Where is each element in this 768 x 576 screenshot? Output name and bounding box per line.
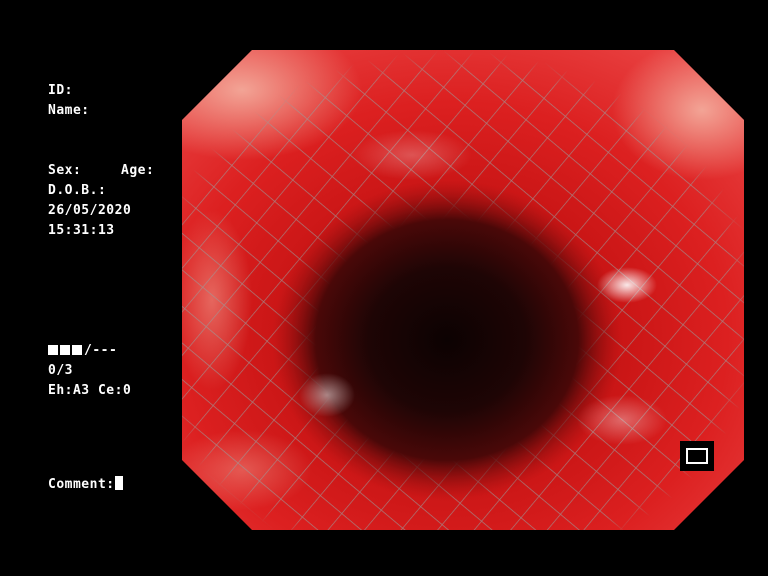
text-cursor [114,476,123,490]
sex-label: Sex: [48,163,82,178]
enhancement-settings: Eh:A3 Ce:0 [48,383,132,398]
id-label: ID: [48,83,73,98]
endoscopic-image [182,50,744,530]
dob-label: D.O.B.: [48,183,107,198]
age-label: Age: [121,163,155,178]
indicator-suffix: /--- [84,343,118,358]
image-counter: 0/3 [48,363,73,378]
frame-icon [680,441,714,471]
name-label: Name: [48,103,90,118]
exam-date: 26/05/2020 [48,203,132,218]
status-indicator: /--- [48,344,117,358]
exam-time: 15:31:13 [48,223,115,238]
comment-field: Comment: [48,476,123,492]
comment-label: Comment: [48,477,115,492]
indicator-bars [48,344,84,358]
